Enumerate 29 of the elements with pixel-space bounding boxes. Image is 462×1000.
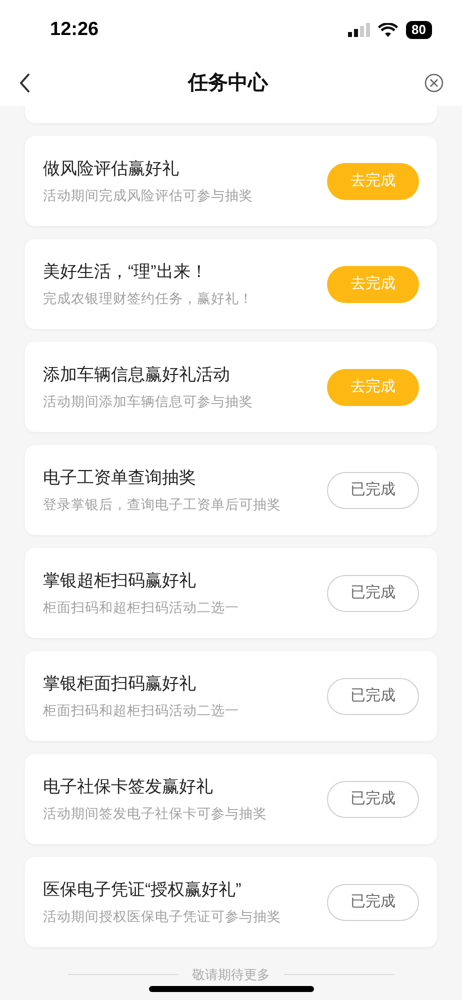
task-description: 活动期间授权医保电子凭证可参与抽奖	[43, 908, 281, 926]
task-title: 做风险评估赢好礼	[43, 158, 180, 180]
task-description: 活动期间签发电子社保卡可参与抽奖	[43, 804, 267, 823]
wifi-icon	[378, 22, 398, 38]
task-description: 活动期间完成风险评估可参与抽奖	[43, 186, 253, 205]
back-icon[interactable]	[18, 72, 32, 94]
completed-button[interactable]: 已完成	[327, 574, 419, 612]
task-description: 柜面扫码和超柜扫码活动二选一	[43, 598, 239, 617]
signal-icon	[348, 22, 370, 38]
battery-indicator: 80	[406, 21, 432, 39]
task-title: 电子社保卡签发赢好礼	[43, 776, 214, 798]
task-title: 添加车辆信息赢好礼活动	[43, 364, 231, 386]
completed-button[interactable]: 已完成	[327, 884, 419, 920]
completed-button[interactable]: 已完成	[327, 472, 419, 508]
task-description: 登录掌银后，查询电子工资单后可抽奖	[43, 496, 281, 514]
task-title: 医保电子凭证“授权赢好礼”	[43, 879, 242, 902]
task-description: 活动期间添加车辆信息可参与抽奖	[43, 392, 253, 411]
status-time: 12:26	[50, 18, 99, 42]
task-description: 完成农银理财签约任务，赢好礼！	[43, 290, 253, 308]
completed-button[interactable]: 已完成	[327, 678, 419, 714]
task-title: 美好生活，“理”出来！	[43, 261, 208, 284]
page-title: 任务中心	[188, 70, 268, 96]
footer-text: 敬请期待更多	[192, 966, 270, 984]
task-title: 掌银柜面扫码赢好礼	[43, 673, 197, 696]
task-title: 掌银超柜扫码赢好礼	[43, 570, 197, 592]
task-title: 电子工资单查询抽奖	[43, 467, 197, 490]
completed-button[interactable]: 已完成	[327, 780, 419, 818]
close-icon[interactable]	[424, 73, 444, 93]
task-description: 柜面扫码和超柜扫码活动二选一	[43, 702, 239, 720]
